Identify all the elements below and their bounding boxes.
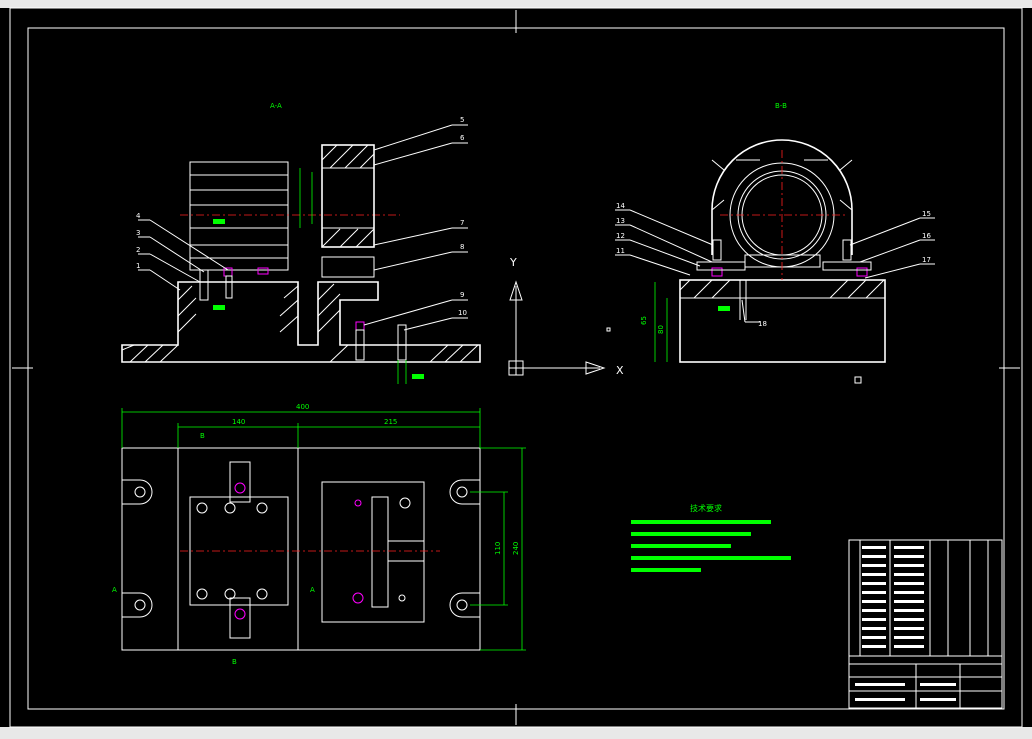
view-label-a: A-A: [270, 102, 282, 110]
axis-x-label: X: [616, 364, 624, 377]
dim-height-1: 110: [494, 542, 502, 555]
leaders-view-b: [615, 209, 935, 323]
balloon-8: 8: [460, 243, 464, 251]
balloon-5: 5: [460, 116, 464, 124]
balloon-18: 18: [758, 320, 767, 328]
balloon-16: 16: [922, 232, 931, 240]
balloon-13: 13: [616, 217, 625, 225]
fixture-base-section: [121, 281, 481, 363]
axis-y-label: Y: [509, 256, 517, 269]
balloon-7: 7: [460, 219, 464, 227]
fit-tag-1: [213, 219, 225, 224]
pin-head: [355, 321, 365, 331]
view-label-b: B-B: [775, 102, 787, 110]
title-block-rows: [855, 546, 956, 701]
screw-head-right: [257, 267, 269, 275]
section-mark-b-bottom: B: [232, 658, 237, 666]
balloon-1: 1: [136, 262, 140, 270]
side-bolt-right: [842, 239, 852, 261]
dim-height-2: 240: [512, 542, 520, 555]
balloon-6: 6: [460, 134, 465, 142]
screw-head-left: [223, 267, 233, 277]
side-nut-left: [711, 267, 723, 277]
balloon-3: 3: [136, 229, 140, 237]
dim-side-height-2: 80: [657, 325, 665, 334]
section-mark-b-top: B: [200, 432, 205, 440]
dim-right-part: 215: [384, 418, 397, 426]
balloon-4: 4: [136, 212, 141, 220]
section-mark-a-right: A: [310, 586, 315, 594]
plan-view-base: [121, 447, 481, 651]
bushing-section: [321, 144, 375, 278]
notes-lines: [631, 520, 791, 572]
section-mark-a-left: A: [112, 586, 117, 594]
fit-tag-3: [412, 374, 424, 379]
dim-overall-length: 400: [296, 403, 309, 411]
dim-left-part: 140: [232, 418, 245, 426]
workpiece-stack: [189, 161, 289, 271]
side-nut-right: [856, 267, 868, 277]
locating-pin-left: [199, 269, 209, 301]
side-marker-dot: [606, 327, 611, 332]
balloon-15: 15: [922, 210, 931, 218]
side-marker-square: [854, 376, 862, 384]
balloon-14: 14: [616, 202, 625, 210]
side-clamp-right: [822, 261, 872, 271]
fit-tag-2: [213, 305, 225, 310]
side-clamp-left: [696, 261, 746, 271]
screw-left: [225, 275, 233, 299]
dim-side-height: 65: [640, 316, 648, 325]
plan-dimension-lines: [121, 408, 526, 651]
notes-title: 技术要求: [690, 503, 722, 513]
cad-drawing-canvas[interactable]: A-A 5 6 7 8 9 10 4 3 2 1 Y X B-B 14 13 1…: [0, 0, 1032, 739]
ucs-icon[interactable]: [508, 280, 606, 376]
balloon-10: 10: [458, 309, 467, 317]
side-bolt-left: [712, 239, 722, 261]
leaders-view-a: [138, 124, 468, 331]
balloon-2: 2: [136, 246, 140, 254]
fit-tag-side: [718, 306, 730, 311]
side-view-body: [679, 139, 886, 363]
balloon-11: 11: [616, 247, 625, 255]
balloon-9: 9: [460, 291, 464, 299]
balloon-12: 12: [616, 232, 625, 240]
balloon-17: 17: [922, 256, 931, 264]
